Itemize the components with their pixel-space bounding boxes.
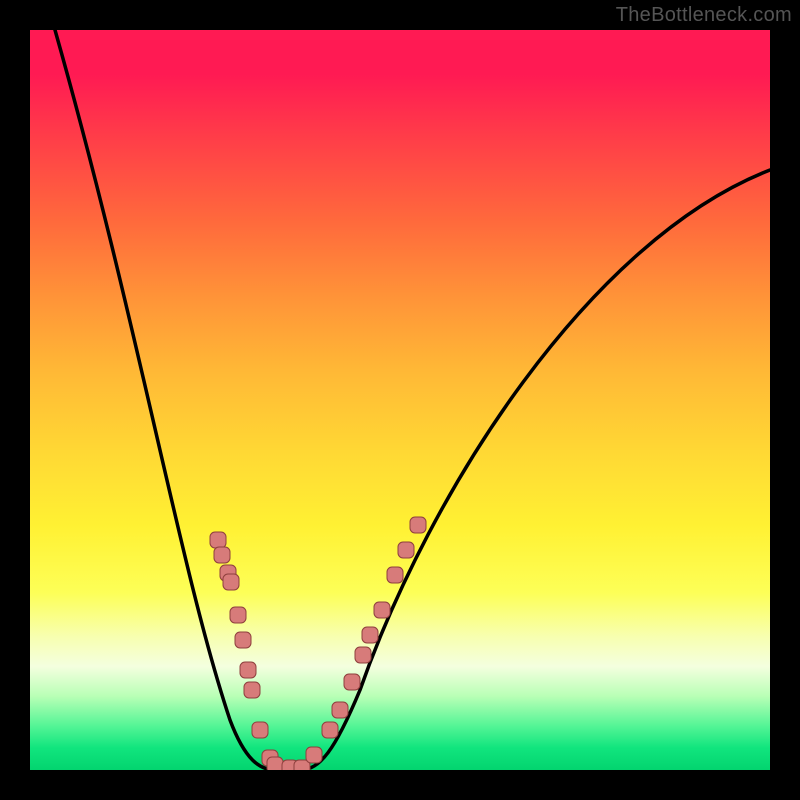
curve-marker: [344, 674, 360, 690]
curve-marker: [210, 532, 226, 548]
curve-marker: [294, 760, 310, 770]
curve-marker: [387, 567, 403, 583]
curve-marker: [322, 722, 338, 738]
bottleneck-curve: [55, 30, 770, 770]
curve-marker: [362, 627, 378, 643]
curve-marker: [235, 632, 251, 648]
curve-marker: [355, 647, 371, 663]
curve-marker: [332, 702, 348, 718]
curve-marker: [282, 760, 298, 770]
curve-marker: [306, 747, 322, 763]
curve-marker: [220, 565, 236, 581]
chart-frame: TheBottleneck.com: [0, 0, 800, 800]
curve-marker: [252, 722, 268, 738]
watermark-label: TheBottleneck.com: [616, 4, 792, 27]
marker-group: [210, 517, 426, 770]
curve-marker: [240, 662, 256, 678]
curve-marker: [374, 602, 390, 618]
plot-area: [30, 30, 770, 770]
curve-marker: [267, 757, 283, 770]
curve-marker: [244, 682, 260, 698]
curve-marker: [223, 574, 239, 590]
curve-layer: [30, 30, 770, 770]
curve-marker: [230, 607, 246, 623]
curve-marker: [262, 750, 278, 766]
curve-marker: [398, 542, 414, 558]
curve-marker: [214, 547, 230, 563]
curve-marker: [410, 517, 426, 533]
